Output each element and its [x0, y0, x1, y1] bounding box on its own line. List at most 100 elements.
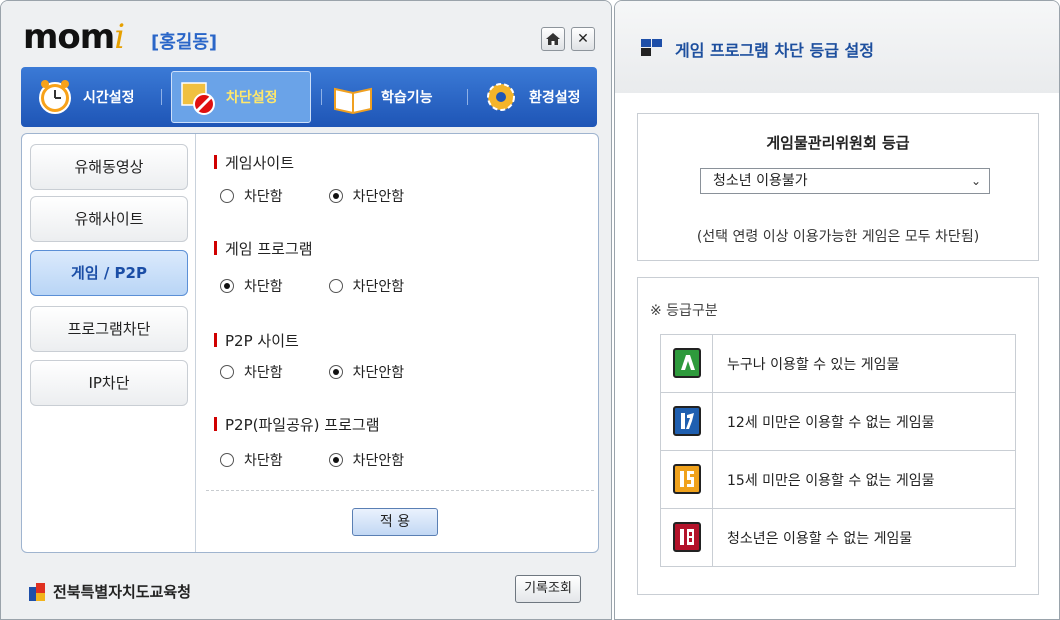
section-title-game-program: 게임 프로그램: [214, 238, 313, 259]
sidebar-item-harmful-video[interactable]: 유해동영상: [30, 144, 188, 190]
settings-panel: 게임사이트 차단함 차단안함 게임 프로그램 차단함 차단안함 P2P 사이트 …: [206, 134, 598, 552]
table-row: 청소년은 이용할 수 없는 게임물: [660, 508, 1016, 567]
radio-indicator: [220, 189, 234, 203]
radio-indicator: [328, 365, 343, 379]
table-cell: [660, 508, 713, 567]
main-nav: 시간설정 차단설정 학습기능 환경설정: [21, 67, 597, 127]
radio-label: 차단함: [244, 189, 283, 205]
rating-class-table: 누구나 이용할 수 있는 게임물 12세 미만은 이용할 수 없는 게임물 15…: [660, 334, 1016, 567]
radio-label: 차단안함: [352, 279, 405, 295]
rating-select[interactable]: 청소년 이용불가 ⌄: [700, 168, 990, 194]
momi-main-window: momi [홍길동] ✕ 시간설정 차단설정 학습기능 환경설정 유해동영상 유…: [0, 0, 612, 620]
window-header: 게임 프로그램 차단 등급 설정: [615, 1, 1059, 93]
table-row: 12세 미만은 이용할 수 없는 게임물: [660, 392, 1016, 451]
nav-label: 차단설정: [226, 90, 278, 106]
class-description: 12세 미만은 이용할 수 없는 게임물: [712, 392, 1016, 451]
org-logo-icon: [29, 582, 45, 601]
radio-label: 차단안함: [352, 453, 405, 469]
username-label: [홍길동]: [151, 32, 218, 53]
gear-icon: [481, 77, 521, 117]
radio-indicator: [328, 279, 343, 293]
chevron-down-icon: ⌄: [970, 174, 981, 188]
radio-indicator: [220, 365, 234, 379]
rating-heading: 게임물관리위원회 등급: [766, 134, 910, 152]
section-title-p2p-program: P2P(파일공유) 프로그램: [214, 414, 380, 435]
radio-label: 차단안함: [352, 365, 405, 381]
rating-note: (선택 연령 이상 이용가능한 게임은 모두 차단됨): [696, 229, 980, 245]
nav-divider: [321, 89, 322, 105]
table-row: 누구나 이용할 수 있는 게임물: [660, 334, 1016, 393]
radio-indicator: [220, 453, 234, 467]
content-area: 유해동영상 유해사이트 게임 / P2P 프로그램차단 IP차단 게임사이트 차…: [21, 133, 599, 553]
sidebar-item-harmful-site[interactable]: 유해사이트: [30, 196, 188, 242]
radio-label: 차단함: [244, 365, 283, 381]
home-icon: [546, 33, 560, 45]
table-cell: [660, 392, 713, 451]
radio-block[interactable]: 차단함: [220, 362, 283, 382]
panel-divider: [206, 490, 594, 491]
radio-group-p2p-site: 차단함 차단안함: [220, 362, 450, 382]
table-cell: [660, 334, 713, 393]
radio-group-game-program: 차단함 차단안함: [220, 276, 450, 296]
rating-18-icon: [672, 521, 701, 552]
class-description: 15세 미만은 이용할 수 없는 게임물: [712, 450, 1016, 509]
close-button[interactable]: ✕: [571, 27, 595, 51]
rating-12-icon: [672, 405, 701, 436]
sidebar-item-game-p2p[interactable]: 게임 / P2P: [30, 250, 188, 296]
class-description: 청소년은 이용할 수 없는 게임물: [712, 508, 1016, 567]
radio-label: 차단함: [244, 279, 283, 295]
book-icon: [333, 77, 373, 117]
apply-button[interactable]: 적 용: [352, 508, 438, 536]
nav-divider: [161, 89, 162, 105]
nav-divider: [467, 89, 468, 105]
organization-label: 전북특별자치도교육청: [29, 581, 191, 602]
org-name: 전북특별자치도교육청: [53, 583, 192, 601]
rating-select-value: 청소년 이용불가: [713, 173, 808, 189]
nav-study-features[interactable]: 학습기능: [333, 71, 433, 123]
nav-time-settings[interactable]: 시간설정: [35, 71, 135, 123]
table-row: 15세 미만은 이용할 수 없는 게임물: [660, 450, 1016, 509]
window-title: 게임 프로그램 차단 등급 설정: [675, 41, 874, 60]
radio-group-game-site: 차단함 차단안함: [220, 186, 450, 206]
logo-text: mom: [23, 17, 115, 57]
radio-indicator: [328, 453, 343, 467]
logo-i: i: [114, 17, 125, 57]
radio-label: 차단안함: [352, 189, 405, 205]
radio-no-block[interactable]: 차단안함: [328, 276, 405, 296]
sidebar-item-program-block[interactable]: 프로그램차단: [30, 306, 188, 352]
radio-block[interactable]: 차단함: [220, 276, 283, 296]
sidebar: 유해동영상 유해사이트 게임 / P2P 프로그램차단 IP차단: [22, 134, 196, 552]
clock-icon: [35, 77, 75, 117]
nav-label: 시간설정: [83, 90, 135, 106]
radio-no-block[interactable]: 차단안함: [328, 362, 405, 382]
rating-settings-box: 게임물관리위원회 등급 청소년 이용불가 ⌄ (선택 연령 이상 이용가능한 게…: [637, 113, 1039, 261]
home-button[interactable]: [541, 27, 565, 51]
section-title-game-site: 게임사이트: [214, 152, 294, 173]
rating-class-box: ※ 등급구분 누구나 이용할 수 있는 게임물 12세 미만은 이용할 수 없는…: [637, 277, 1039, 595]
view-history-button[interactable]: 기록조회: [515, 575, 581, 603]
radio-block[interactable]: 차단함: [220, 450, 283, 470]
momi-logo: momi: [23, 17, 125, 57]
nav-label: 학습기능: [381, 90, 433, 106]
nav-block-settings[interactable]: 차단설정: [171, 71, 311, 123]
sidebar-item-ip-block[interactable]: IP차단: [30, 360, 188, 406]
radio-indicator: [220, 279, 234, 293]
radio-group-p2p-program: 차단함 차단안함: [220, 450, 450, 470]
radio-label: 차단함: [244, 453, 283, 469]
radio-indicator: [328, 189, 343, 203]
nav-label: 환경설정: [529, 90, 581, 106]
rating-15-icon: [672, 463, 701, 494]
table-cell: [660, 450, 713, 509]
title-bar: momi [홍길동] ✕: [1, 1, 611, 67]
radio-no-block[interactable]: 차단안함: [328, 450, 405, 470]
radio-block[interactable]: 차단함: [220, 186, 283, 206]
game-rating-window: 게임 프로그램 차단 등급 설정 게임물관리위원회 등급 청소년 이용불가 ⌄ …: [614, 0, 1060, 620]
rating-all-icon: [672, 347, 701, 378]
nav-environment-settings[interactable]: 환경설정: [481, 71, 581, 123]
window-icon: [641, 37, 665, 57]
section-title-p2p-site: P2P 사이트: [214, 330, 299, 351]
block-icon: [178, 77, 218, 117]
radio-no-block[interactable]: 차단안함: [328, 186, 405, 206]
class-title: ※ 등급구분: [650, 303, 718, 319]
class-description: 누구나 이용할 수 있는 게임물: [712, 334, 1016, 393]
